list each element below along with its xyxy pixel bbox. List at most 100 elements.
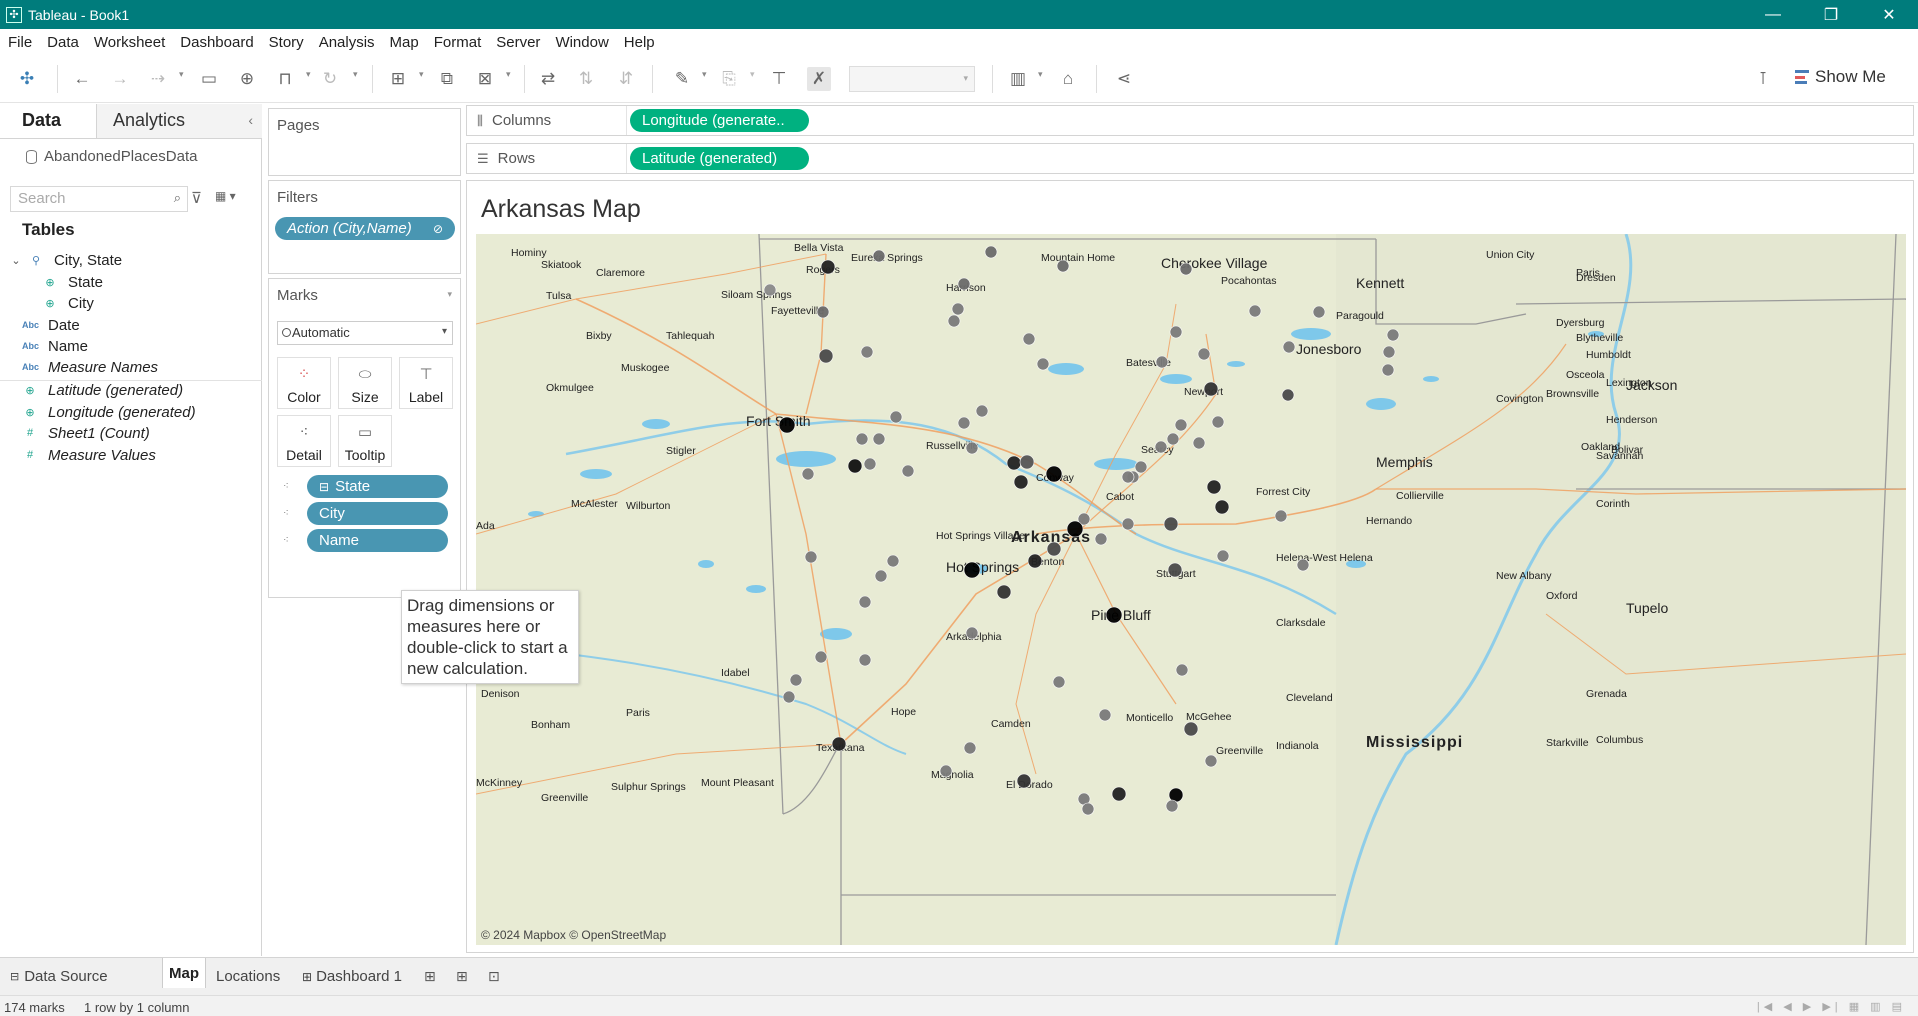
- undo-icon[interactable]: ←: [70, 67, 94, 91]
- menu-file[interactable]: File: [0, 34, 39, 51]
- location-mark[interactable]: [1013, 474, 1029, 490]
- field-date[interactable]: Abc Date: [22, 314, 80, 336]
- view-options-icon[interactable]: ▦ ▾: [215, 189, 236, 203]
- duplicate-sheet-icon[interactable]: ⧉: [435, 67, 459, 91]
- collapse-pane-icon[interactable]: ‹: [248, 112, 253, 128]
- fit-dropdown[interactable]: ▾: [849, 66, 975, 92]
- location-mark[interactable]: [1046, 541, 1062, 557]
- location-mark[interactable]: [789, 673, 803, 687]
- location-mark[interactable]: [1052, 675, 1066, 689]
- refresh-icon[interactable]: ↻: [318, 67, 342, 91]
- marks-menu-caret-icon[interactable]: ▾: [447, 289, 452, 300]
- location-mark[interactable]: [1045, 465, 1063, 483]
- location-mark[interactable]: [874, 569, 888, 583]
- location-mark[interactable]: [1036, 357, 1050, 371]
- sheet-navigation-icons[interactable]: |◀ ◀ ▶ ▶| ▦ ▥ ▤: [1757, 1000, 1906, 1013]
- pages-card[interactable]: Pages: [268, 108, 461, 176]
- field-state[interactable]: ⊕ State: [42, 271, 103, 293]
- marks-pill-city[interactable]: City: [307, 502, 448, 525]
- location-mark[interactable]: [1296, 558, 1310, 572]
- location-mark[interactable]: [778, 416, 796, 434]
- location-mark[interactable]: [1094, 532, 1108, 546]
- field-name[interactable]: Abc Name: [22, 335, 88, 357]
- location-mark[interactable]: [801, 467, 815, 481]
- location-mark[interactable]: [1211, 415, 1225, 429]
- location-mark[interactable]: [814, 650, 828, 664]
- swap-rows-columns-icon[interactable]: ⇄: [536, 67, 560, 91]
- datasource-item[interactable]: AbandonedPlacesData: [26, 148, 197, 165]
- new-datasource-icon[interactable]: ⊕: [235, 67, 259, 91]
- location-mark[interactable]: [1197, 347, 1211, 361]
- location-mark[interactable]: [1192, 436, 1206, 450]
- marks-pill-state[interactable]: ⊟ State: [307, 475, 448, 498]
- location-mark[interactable]: [1204, 754, 1218, 768]
- field-longitude[interactable]: ⊕ Longitude (generated): [22, 401, 195, 423]
- location-mark[interactable]: [1163, 516, 1179, 532]
- field-sheet1-count[interactable]: # Sheet1 (Count): [22, 422, 150, 444]
- tooltip-toggle-icon[interactable]: ✗: [807, 67, 831, 91]
- location-mark[interactable]: [872, 432, 886, 446]
- location-mark[interactable]: [1081, 802, 1095, 816]
- data-source-tab[interactable]: ⊟ Data Source: [10, 968, 108, 985]
- new-worksheet-icon[interactable]: ⊞: [386, 67, 410, 91]
- location-mark[interactable]: [984, 245, 998, 259]
- location-mark[interactable]: [1022, 332, 1036, 346]
- pause-updates-icon[interactable]: ⊓: [273, 67, 297, 91]
- map-attribution[interactable]: © 2024 Mapbox © OpenStreetMap: [481, 928, 666, 942]
- color-button[interactable]: ⁘ Color: [277, 357, 331, 409]
- sort-ascending-icon[interactable]: ⇅: [574, 67, 598, 91]
- location-mark[interactable]: [1027, 553, 1043, 569]
- menu-format[interactable]: Format: [426, 34, 489, 51]
- location-mark[interactable]: [1154, 440, 1168, 454]
- show-mark-labels-icon[interactable]: ⊤: [767, 67, 791, 91]
- location-mark[interactable]: [1019, 454, 1035, 470]
- location-mark[interactable]: [782, 690, 796, 704]
- location-mark[interactable]: [1165, 799, 1179, 813]
- new-worksheet-tab-icon[interactable]: ⊞: [424, 968, 436, 985]
- mark-type-select[interactable]: Automatic ▾: [277, 321, 453, 345]
- new-dashboard-tab-icon[interactable]: ⊞: [456, 968, 468, 985]
- menu-map[interactable]: Map: [382, 34, 426, 51]
- location-mark[interactable]: [1174, 418, 1188, 432]
- location-mark[interactable]: [1169, 325, 1183, 339]
- sheet-tab-locations[interactable]: Locations: [216, 968, 280, 985]
- show-cards-icon[interactable]: ▥: [1006, 67, 1030, 91]
- location-mark[interactable]: [1134, 460, 1148, 474]
- close-icon[interactable]: ✕: [1860, 0, 1918, 29]
- location-mark[interactable]: [965, 626, 979, 640]
- viz-title[interactable]: Arkansas Map: [481, 195, 641, 224]
- tableau-home-icon[interactable]: ✣: [15, 67, 39, 91]
- clear-sheet-icon[interactable]: ⊠: [473, 67, 497, 91]
- menu-data[interactable]: Data: [39, 34, 86, 51]
- location-mark[interactable]: [831, 736, 847, 752]
- rows-shelf[interactable]: ☰ Rows Latitude (generated): [466, 143, 1914, 174]
- menu-server[interactable]: Server: [488, 34, 547, 51]
- location-mark[interactable]: [763, 283, 777, 297]
- location-mark[interactable]: [1214, 499, 1230, 515]
- location-mark[interactable]: [957, 277, 971, 291]
- highlight-icon[interactable]: ✎: [670, 67, 694, 91]
- location-mark[interactable]: [1312, 305, 1326, 319]
- location-mark[interactable]: [1105, 606, 1123, 624]
- pause-caret-icon[interactable]: ▾: [306, 69, 311, 80]
- location-mark[interactable]: [1166, 432, 1180, 446]
- filters-card[interactable]: Filters Action (City,Name) ⊘: [268, 180, 461, 274]
- location-mark[interactable]: [872, 249, 886, 263]
- tooltip-button[interactable]: ▭ Tooltip: [338, 415, 392, 467]
- field-city[interactable]: ⊕ City: [42, 292, 93, 314]
- location-mark[interactable]: [889, 410, 903, 424]
- location-mark[interactable]: [939, 764, 953, 778]
- tab-data[interactable]: Data: [22, 110, 61, 131]
- location-mark[interactable]: [1274, 509, 1288, 523]
- location-mark[interactable]: [1179, 262, 1193, 276]
- new-story-tab-icon[interactable]: ⊡: [488, 968, 500, 985]
- menu-help[interactable]: Help: [616, 34, 662, 51]
- redo-icon[interactable]: →: [108, 67, 132, 91]
- location-mark[interactable]: [847, 458, 863, 474]
- location-mark[interactable]: [804, 550, 818, 564]
- dashboard-tab[interactable]: ⊞ Dashboard 1: [302, 968, 402, 985]
- filter-pill-action[interactable]: Action (City,Name) ⊘: [275, 217, 455, 240]
- location-mark[interactable]: [1206, 479, 1222, 495]
- location-mark[interactable]: [855, 432, 869, 446]
- location-mark[interactable]: [1121, 470, 1135, 484]
